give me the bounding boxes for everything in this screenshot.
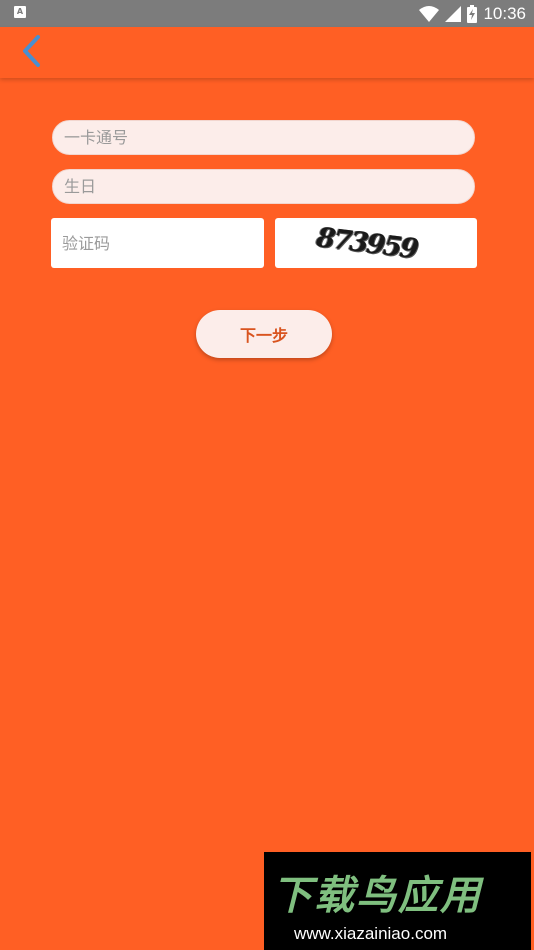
captcha-code: 873959: [310, 221, 422, 265]
battery-charging-icon: [467, 4, 478, 23]
clock: 10:36: [483, 3, 526, 23]
birthday-input[interactable]: [64, 177, 474, 196]
card-number-input[interactable]: [64, 128, 474, 147]
wifi-icon: [419, 5, 440, 22]
watermark: 下载鸟应用 www.xiazainiao.com: [264, 852, 531, 950]
back-button[interactable]: [14, 35, 48, 71]
status-bar: A 10:36: [0, 0, 534, 27]
status-icons: 10:36: [419, 3, 526, 24]
chevron-left-icon: [21, 35, 41, 71]
next-button[interactable]: 下一步: [196, 310, 332, 358]
watermark-logo: 下载鸟应用: [272, 873, 482, 919]
captcha-input[interactable]: [62, 233, 264, 253]
birthday-field[interactable]: [52, 169, 475, 204]
card-number-field[interactable]: [52, 120, 475, 155]
captcha-image[interactable]: 873959: [275, 218, 477, 268]
notification-area: A: [14, 6, 28, 20]
watermark-url: www.xiazainiao.com: [294, 924, 448, 943]
notification-a-icon: A: [14, 6, 26, 18]
cell-signal-icon: [445, 5, 462, 22]
app-bar: [0, 27, 534, 78]
screen: A 10:36 一卡通号 生日 验证码 873959 下一步 下载鸟应用 www…: [0, 0, 534, 950]
captcha-field[interactable]: [51, 218, 264, 268]
